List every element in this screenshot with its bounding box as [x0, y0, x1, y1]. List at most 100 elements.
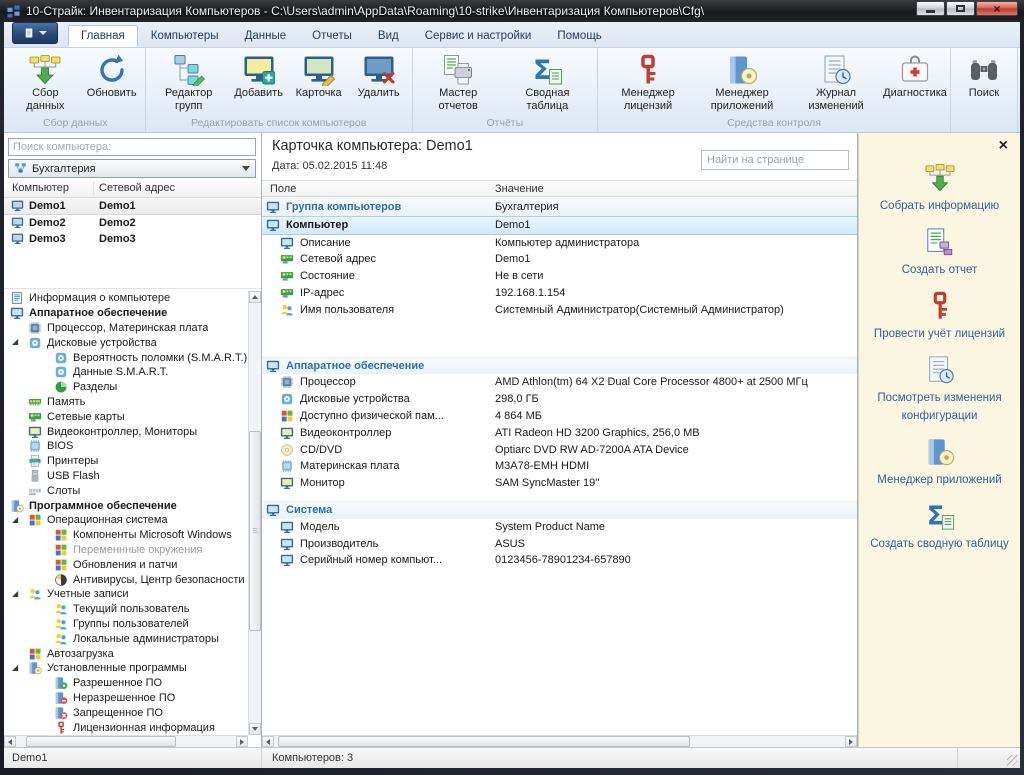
card-row[interactable]: Производитель ASUS [262, 536, 857, 553]
card-row[interactable]: Доступно физической пам... 4 864 МБ [262, 408, 857, 425]
computer-search-input[interactable] [8, 138, 256, 156]
tree-item[interactable]: Память [4, 395, 248, 410]
close-button[interactable]: × [976, 1, 1018, 16]
tree-item[interactable]: Группы пользователей [4, 617, 248, 632]
tree-item[interactable]: Программное обеспечение [4, 498, 248, 513]
menu-tab[interactable]: Главная [68, 25, 138, 47]
card-horizontal-scrollbar[interactable] [262, 735, 857, 747]
tree-item[interactable]: Видеоконтроллер, Мониторы [4, 424, 248, 439]
sidebar-action[interactable]: Менеджер приложений [865, 437, 1015, 488]
ribbon-button[interactable]: Обновить [83, 52, 141, 102]
tree-item[interactable]: Лицензионная информация [4, 720, 248, 735]
tree-item[interactable]: Обновления и патчи [4, 557, 248, 572]
scrollbar-thumb[interactable] [278, 736, 690, 747]
tree-item[interactable]: USB Flash [4, 469, 248, 484]
tree-item[interactable]: Переменнные окружения [4, 543, 248, 558]
column-header-field[interactable]: Поле [270, 183, 296, 195]
tree-item[interactable]: Установленные программы [4, 661, 248, 676]
tree-item[interactable]: BIOS [4, 439, 248, 454]
card-row[interactable] [262, 319, 857, 357]
tree-item[interactable]: Антивирусы, Центр безопасности [4, 572, 248, 587]
card-row[interactable]: CD/DVD Optiarc DVD RW AD-7200A ATA Devic… [262, 442, 857, 459]
ribbon-button[interactable]: Диагностика [883, 52, 947, 102]
expand-triangle-icon[interactable] [12, 664, 18, 672]
menu-tab[interactable]: Отчеты [299, 25, 365, 47]
sidebar-action[interactable]: Посмотреть изменения конфигурации [865, 355, 1015, 424]
scroll-right-arrow[interactable] [236, 736, 248, 747]
scroll-left-arrow[interactable] [4, 736, 16, 747]
tree-item[interactable]: Сетевые карты [4, 409, 248, 424]
card-row[interactable]: Дисковые устройства 298,0 ГБ [262, 391, 857, 408]
find-on-page-input[interactable] [701, 150, 849, 170]
menu-tab[interactable]: Данные [232, 25, 300, 47]
scroll-down-arrow[interactable] [249, 723, 261, 735]
scroll-left-arrow[interactable] [262, 736, 274, 747]
sidebar-action[interactable]: Σ Создать сводную таблицу [865, 501, 1015, 552]
card-row[interactable]: Модель System Product Name [262, 519, 857, 536]
menu-tab[interactable]: Вид [365, 25, 412, 47]
tree-horizontal-scrollbar[interactable] [4, 735, 248, 747]
computer-row[interactable]: Demo3 Demo3 [4, 231, 261, 247]
tree-item[interactable]: Локальные администраторы [4, 631, 248, 646]
ribbon-button[interactable]: Мастер отчетов [417, 52, 500, 115]
tree-item[interactable]: Информация о компьютере [4, 291, 248, 306]
scrollbar-thumb[interactable] [26, 736, 176, 747]
scroll-right-arrow[interactable] [845, 736, 857, 747]
card-row[interactable]: IP-адрес 192.168.1.154 [262, 285, 857, 302]
tree-item[interactable]: Автозагрузка [4, 646, 248, 661]
resize-grip[interactable] [1007, 755, 1018, 766]
tree-item[interactable]: Разделы [4, 380, 248, 395]
tree-item[interactable]: Процессор, Материнская плата [4, 321, 248, 336]
ribbon-button[interactable]: Поиск [955, 52, 1013, 102]
tree-item[interactable]: Разрешенное ПО [4, 676, 248, 691]
column-header-value[interactable]: Значение [495, 183, 544, 195]
tree-item[interactable]: Данные S.M.A.R.T. [4, 365, 248, 380]
ribbon-button[interactable]: Менеджер приложений [696, 52, 788, 115]
card-row[interactable]: Компьютер Demo1 [262, 215, 857, 235]
ribbon-button[interactable]: Редактор групп [150, 52, 228, 115]
tree-item[interactable]: Учетные записи [4, 587, 248, 602]
tree-item[interactable]: Запрещенное ПО [4, 705, 248, 720]
column-header-computer[interactable]: Компьютер [12, 182, 69, 194]
expand-triangle-icon[interactable] [12, 516, 18, 524]
sidebar-action[interactable]: Собрать информацию [865, 163, 1015, 214]
tree-item[interactable]: Операционная система [4, 513, 248, 528]
card-row[interactable] [262, 492, 857, 501]
tree-item[interactable]: Дисковые устройства [4, 335, 248, 350]
card-row[interactable]: Группа компьютеров Бухгалтерия [262, 198, 857, 216]
tree-vertical-scrollbar[interactable] [248, 291, 261, 735]
card-row[interactable]: Материнская плата M3A78-EMH HDMI [262, 458, 857, 475]
sidebar-action[interactable]: Провести учёт лицензий [865, 291, 1015, 342]
card-row[interactable]: Монитор SAM SyncMaster 19'' [262, 475, 857, 492]
menu-tab[interactable]: Компьютеры [138, 25, 232, 47]
group-selector[interactable]: Бухгалтерия [8, 159, 256, 178]
card-row[interactable]: Аппаратное обеспечение [262, 356, 857, 375]
ribbon-button[interactable]: Карточка [290, 52, 348, 102]
computer-row[interactable]: Demo2 Demo2 [4, 215, 261, 231]
app-menu-button[interactable] [12, 22, 58, 44]
computer-row[interactable]: Demo1 Demo1 [4, 197, 261, 215]
tree-item[interactable]: Неразрешенное ПО [4, 691, 248, 706]
card-row[interactable]: Система [262, 500, 857, 519]
ribbon-button[interactable]: Удалить [350, 52, 408, 102]
expand-triangle-icon[interactable] [12, 338, 18, 346]
ribbon-button[interactable]: Добавить [230, 52, 288, 102]
ribbon-button[interactable]: Журнал изменений [790, 52, 882, 115]
tree-item[interactable]: Принтеры [4, 454, 248, 469]
column-header-address[interactable]: Сетевой адрес [99, 182, 175, 194]
card-row[interactable]: Видеоконтроллер ATI Radeon HD 3200 Graph… [262, 425, 857, 442]
tree-item[interactable]: Текущий пользователь [4, 602, 248, 617]
tree-item[interactable]: Слоты [4, 483, 248, 498]
menu-tab[interactable]: Помощь [544, 25, 614, 47]
sidebar-action[interactable]: Создать отчет [865, 227, 1015, 278]
ribbon-button[interactable]: Менеджер лицензий [602, 52, 694, 115]
card-row[interactable]: Процессор AMD Athlon(tm) 64 X2 Dual Core… [262, 374, 857, 391]
tree-item[interactable]: Вероятность поломки (S.M.A.R.T.) [4, 350, 248, 365]
expand-triangle-icon[interactable] [12, 590, 18, 598]
tree-item[interactable]: Компоненты Microsoft Windows [4, 528, 248, 543]
scroll-up-arrow[interactable] [249, 291, 261, 303]
ribbon-button[interactable]: Сбор данных [10, 52, 81, 115]
sidebar-close-icon[interactable]: × [999, 138, 1008, 154]
card-row[interactable]: Описание Компьютер администратора [262, 235, 857, 252]
scrollbar-thumb[interactable] [249, 431, 261, 631]
